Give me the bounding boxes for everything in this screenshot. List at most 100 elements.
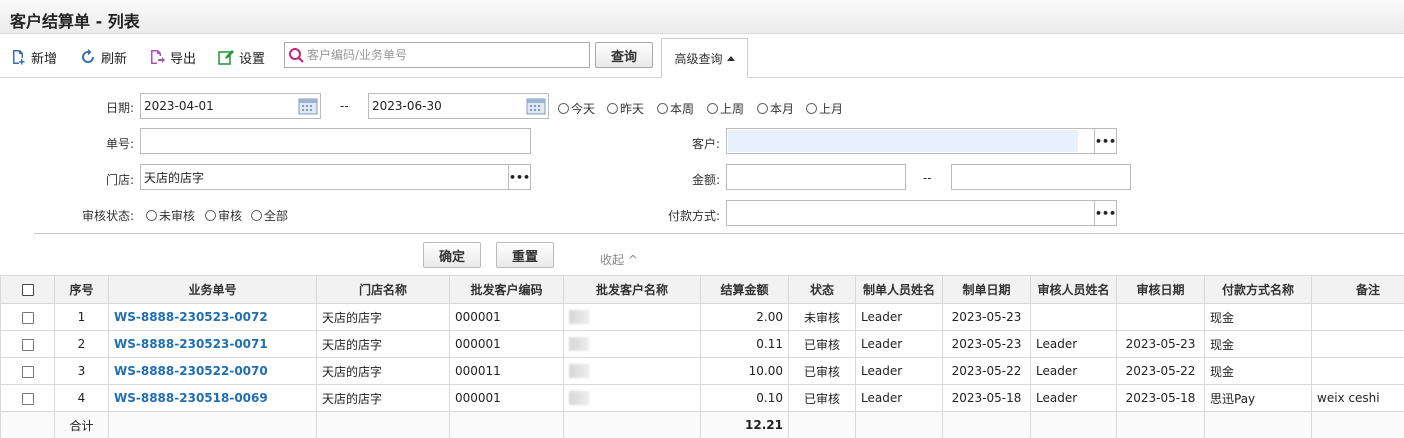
- radio-label: 昨天: [620, 102, 645, 116]
- total-empty-cell: [108, 411, 317, 438]
- col-header[interactable]: 制单日期: [942, 275, 1031, 304]
- table-row[interactable]: 1 WS-8888-230523-0072 天店的店字 000001 2.00 …: [0, 303, 1404, 331]
- date-to-value: 2023-06-30: [372, 99, 442, 113]
- reset-button[interactable]: 重置: [496, 242, 554, 268]
- amount-to-input[interactable]: [951, 164, 1131, 190]
- customer-picker-button[interactable]: •••: [1094, 129, 1116, 153]
- search-input[interactable]: [307, 48, 577, 62]
- radio-this-month[interactable]: 本月: [757, 100, 794, 117]
- payment-picker-button[interactable]: •••: [1094, 201, 1116, 225]
- radio-audited[interactable]: 审核: [205, 207, 242, 224]
- radio-all[interactable]: 全部: [251, 207, 288, 224]
- query-button[interactable]: 查询: [595, 42, 653, 68]
- col-header[interactable]: 批发客户名称: [563, 275, 701, 304]
- table-row[interactable]: 3 WS-8888-230522-0070 天店的店字 000011 10.00…: [0, 357, 1404, 385]
- radio-last-week[interactable]: 上周: [707, 100, 744, 117]
- radio-circle: [205, 210, 216, 221]
- row-checkbox[interactable]: [21, 338, 34, 351]
- order-no-input[interactable]: [140, 128, 531, 154]
- collapse-toggle[interactable]: 收起 ^: [600, 251, 638, 268]
- total-empty-cell: [1116, 411, 1205, 438]
- store-name: 天店的店字: [316, 384, 450, 412]
- store-name: 天店的店字: [316, 303, 450, 331]
- customer-code: 000011: [449, 357, 564, 385]
- store-picker-button[interactable]: •••: [508, 165, 530, 189]
- radio-label: 审核: [218, 209, 243, 223]
- row-select-cell[interactable]: [0, 357, 55, 385]
- total-empty-cell: [855, 411, 943, 438]
- order-link[interactable]: WS-8888-230523-0071: [108, 330, 317, 358]
- select-all-cell[interactable]: [0, 275, 55, 304]
- export-button[interactable]: 导出: [149, 47, 196, 67]
- table-row[interactable]: 2 WS-8888-230523-0071 天店的店字 000001 0.11 …: [0, 330, 1404, 358]
- row-checkbox[interactable]: [21, 392, 34, 405]
- customer-field[interactable]: •••: [726, 128, 1117, 154]
- total-amount: 12.21: [700, 411, 789, 438]
- col-header[interactable]: 制单人员姓名: [855, 275, 943, 304]
- caret-up-icon: [726, 55, 735, 61]
- store-field[interactable]: 天店的店字 •••: [140, 164, 531, 190]
- remark: [1311, 357, 1404, 385]
- radio-this-week[interactable]: 本周: [657, 100, 694, 117]
- col-header[interactable]: 序号: [54, 275, 109, 304]
- order-link[interactable]: WS-8888-230518-0069: [108, 384, 317, 412]
- date-from-field[interactable]: 2023-04-01: [140, 93, 321, 119]
- col-header[interactable]: 状态: [788, 275, 856, 304]
- col-header[interactable]: 结算金额: [700, 275, 789, 304]
- radio-circle: [558, 103, 569, 114]
- radio-last-month[interactable]: 上月: [806, 100, 843, 117]
- row-select-cell[interactable]: [0, 303, 55, 331]
- row-no: 4: [54, 384, 109, 412]
- col-header[interactable]: 备注: [1311, 275, 1404, 304]
- row-select-cell[interactable]: [0, 330, 55, 358]
- order-link[interactable]: WS-8888-230523-0072: [108, 303, 317, 331]
- confirm-button[interactable]: 确定: [423, 242, 481, 268]
- store-value: 天店的店字: [144, 170, 205, 185]
- auditor: Leader: [1030, 384, 1117, 412]
- col-header[interactable]: 门店名称: [316, 275, 450, 304]
- col-header[interactable]: 审核人员姓名: [1030, 275, 1117, 304]
- total-empty-cell: [1204, 411, 1312, 438]
- customer-code: 000001: [449, 384, 564, 412]
- row-checkbox[interactable]: [21, 311, 34, 324]
- order-link[interactable]: WS-8888-230522-0070: [108, 357, 317, 385]
- advanced-query-tab[interactable]: 高级查询: [661, 38, 748, 78]
- radio-yesterday[interactable]: 昨天: [607, 100, 644, 117]
- settlement-table: 序号 业务单号 门店名称 批发客户编码 批发客户名称 结算金额 状态 制单人员姓…: [0, 275, 1404, 438]
- total-empty-cell: [449, 411, 564, 438]
- table-row[interactable]: 4 WS-8888-230518-0069 天店的店字 000001 0.10 …: [0, 384, 1404, 412]
- col-header[interactable]: 付款方式名称: [1204, 275, 1312, 304]
- amount-from-input[interactable]: [726, 164, 906, 190]
- make-date: 2023-05-23: [942, 303, 1031, 331]
- select-all-checkbox[interactable]: [21, 284, 34, 296]
- radio-unaudited[interactable]: 未审核: [146, 207, 195, 224]
- radio-circle: [806, 103, 817, 114]
- total-empty-cell: [1030, 411, 1117, 438]
- date-to-field[interactable]: 2023-06-30: [368, 93, 549, 119]
- payment-method-field[interactable]: •••: [726, 200, 1117, 226]
- make-date: 2023-05-22: [942, 357, 1031, 385]
- calendar-icon[interactable]: [526, 97, 546, 115]
- audit-date: 2023-05-23: [1116, 330, 1205, 358]
- col-header[interactable]: 业务单号: [108, 275, 317, 304]
- col-header[interactable]: 审核日期: [1116, 275, 1205, 304]
- customer-name-cell: [563, 303, 701, 331]
- customer-code: 000001: [449, 330, 564, 358]
- audit-date: [1116, 303, 1205, 331]
- refresh-button[interactable]: 刷新: [80, 47, 127, 67]
- customer-autofill-bg: [728, 130, 1078, 152]
- status: 未审核: [788, 303, 856, 331]
- row-select-cell[interactable]: [0, 384, 55, 412]
- advanced-query-label: 高级查询: [674, 51, 723, 66]
- date-label: 日期:: [105, 101, 134, 115]
- store-label: 门店:: [105, 173, 134, 187]
- settings-button[interactable]: 设置: [218, 47, 265, 67]
- calendar-icon[interactable]: [298, 97, 318, 115]
- row-checkbox[interactable]: [21, 365, 34, 378]
- redacted-customer-name: [569, 391, 589, 406]
- date-separator: --: [340, 99, 349, 113]
- col-header[interactable]: 批发客户编码: [449, 275, 564, 304]
- radio-today[interactable]: 今天: [558, 100, 595, 117]
- add-button[interactable]: 新增: [10, 47, 57, 67]
- toolbar: 新增 刷新 导出 设置 查询 高级查询: [0, 38, 1404, 78]
